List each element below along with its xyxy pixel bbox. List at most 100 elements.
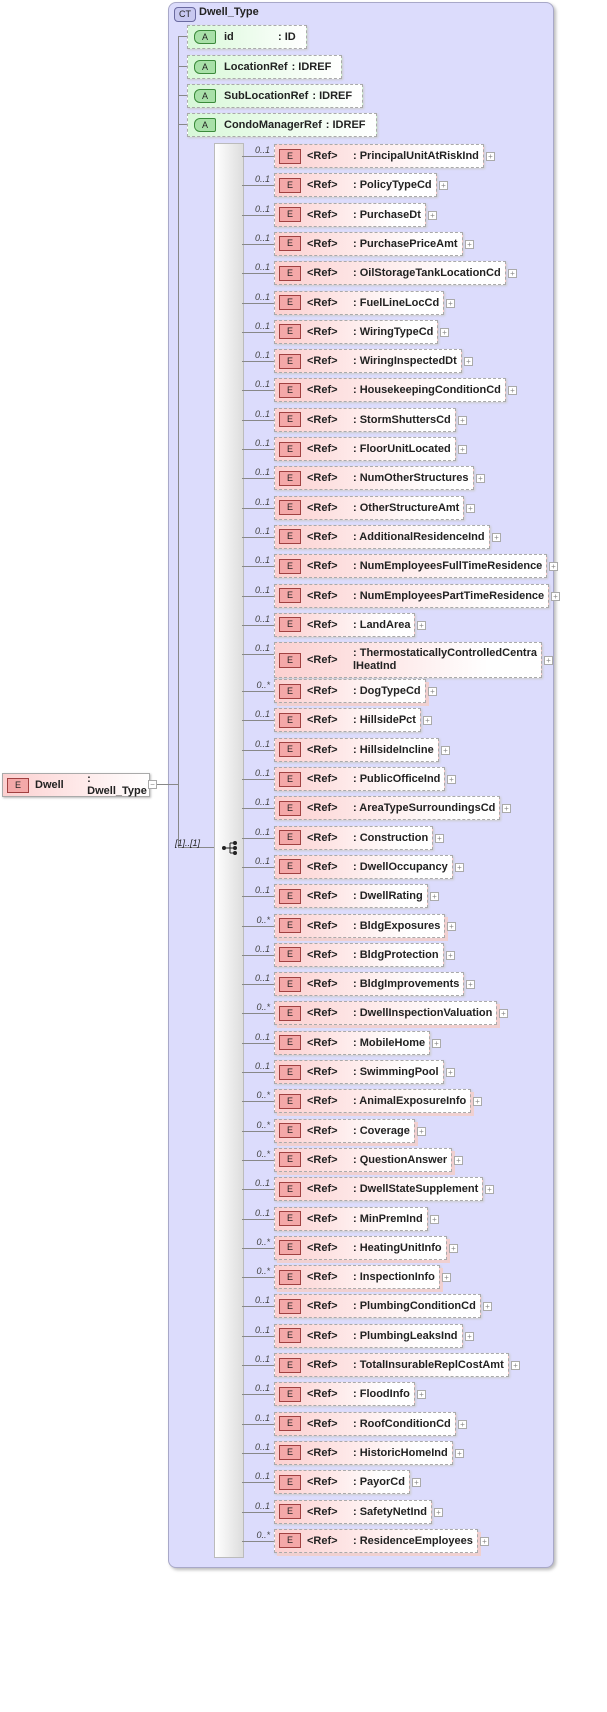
element-row[interactable]: E <Ref> : PurchasePriceAmt: [274, 231, 463, 256]
expand-icon[interactable]: +: [454, 1156, 463, 1165]
element-row[interactable]: E <Ref> : BldgExposures: [274, 913, 446, 938]
expand-icon[interactable]: +: [417, 1390, 426, 1399]
expand-icon[interactable]: +: [434, 1508, 443, 1517]
element-row[interactable]: E <Ref> : PublicOfficeInd: [274, 767, 446, 791]
element-row[interactable]: E <Ref> : NumEmployeesPartTimeResidence: [274, 583, 550, 608]
expand-icon[interactable]: +: [480, 1537, 489, 1546]
root-element-dwell[interactable]: E Dwell : Dwell_Type: [2, 773, 150, 797]
element-row[interactable]: E <Ref> : PrincipalUnitAtRiskInd: [274, 144, 484, 168]
expand-icon[interactable]: +: [423, 716, 432, 725]
element-row[interactable]: E <Ref> : DogTypeCd: [274, 679, 426, 704]
element-row[interactable]: E <Ref> : Coverage: [274, 1118, 415, 1143]
element-row[interactable]: E <Ref> : HistoricHomeInd: [274, 1440, 453, 1465]
element-row[interactable]: E <Ref> : WiringTypeCd: [274, 319, 439, 344]
expand-icon[interactable]: +: [486, 152, 495, 161]
attribute-id[interactable]: A id : ID: [187, 25, 307, 49]
expand-icon[interactable]: +: [508, 269, 517, 278]
element-row[interactable]: E <Ref> : ThermostaticallyControlledCent…: [274, 642, 542, 679]
element-row[interactable]: E <Ref> : FloodInfo: [274, 1382, 415, 1407]
element-row[interactable]: E <Ref> : BldgImprovements: [274, 972, 465, 997]
expand-icon[interactable]: +: [466, 980, 475, 989]
expand-icon[interactable]: +: [446, 299, 455, 308]
sequence-icon[interactable]: [221, 840, 239, 856]
element-row[interactable]: E <Ref> : SwimmingPool: [274, 1060, 444, 1084]
attribute-locationref[interactable]: A LocationRef : IDREF: [187, 55, 343, 79]
element-row[interactable]: E <Ref> : PlumbingConditionCd: [274, 1294, 481, 1319]
expand-icon[interactable]: +: [502, 804, 511, 813]
expand-icon[interactable]: +: [455, 1449, 464, 1458]
element-row[interactable]: E <Ref> : AdditionalResidenceInd: [274, 524, 490, 549]
expand-icon[interactable]: +: [508, 386, 517, 395]
expand-icon[interactable]: +: [430, 892, 439, 901]
expand-icon[interactable]: +: [455, 863, 464, 872]
expand-icon[interactable]: +: [483, 1302, 492, 1311]
element-row[interactable]: E <Ref> : DwellOccupancy: [274, 854, 453, 879]
expand-icon[interactable]: +: [465, 240, 474, 249]
expand-icon[interactable]: +: [435, 834, 444, 843]
element-row[interactable]: E <Ref> : BldgProtection: [274, 942, 444, 967]
element-row[interactable]: E <Ref> : StormShuttersCd: [274, 407, 456, 432]
expand-icon[interactable]: +: [447, 922, 456, 931]
expand-icon[interactable]: +: [428, 687, 437, 696]
element-row[interactable]: E <Ref> : NumOtherStructures: [274, 466, 474, 491]
element-row[interactable]: E <Ref> : MobileHome: [274, 1030, 431, 1055]
expand-icon[interactable]: +: [442, 1273, 451, 1282]
element-row[interactable]: E <Ref> : PlumbingLeaksInd: [274, 1323, 463, 1348]
expand-icon[interactable]: +: [549, 562, 558, 571]
element-row[interactable]: E <Ref> : AnimalExposureInfo: [274, 1089, 472, 1114]
element-row[interactable]: E <Ref> : AreaTypeSurroundingsCd: [274, 796, 501, 821]
collapse-icon[interactable]: −: [148, 780, 157, 789]
attribute-condomanagerref[interactable]: A CondoManagerRef : IDREF: [187, 113, 377, 137]
expand-icon[interactable]: +: [449, 1244, 458, 1253]
element-row[interactable]: E <Ref> : PayorCd: [274, 1470, 410, 1495]
expand-icon[interactable]: +: [544, 656, 553, 665]
expand-icon[interactable]: +: [464, 357, 473, 366]
element-row[interactable]: E <Ref> : OilStorageTankLocationCd: [274, 261, 506, 286]
element-row[interactable]: E <Ref> : NumEmployeesFullTimeResidence: [274, 554, 548, 579]
expand-icon[interactable]: +: [440, 328, 449, 337]
element-row[interactable]: E <Ref> : DwellStateSupplement: [274, 1177, 484, 1202]
expand-icon[interactable]: +: [446, 951, 455, 960]
expand-icon[interactable]: +: [473, 1097, 482, 1106]
expand-icon[interactable]: +: [458, 416, 467, 425]
expand-icon[interactable]: +: [417, 621, 426, 630]
expand-icon[interactable]: +: [432, 1039, 441, 1048]
element-row[interactable]: E <Ref> : WiringInspectedDt: [274, 349, 462, 374]
element-row[interactable]: E <Ref> : ResidenceEmployees: [274, 1528, 478, 1553]
expand-icon[interactable]: +: [458, 1420, 467, 1429]
element-row[interactable]: E <Ref> : SafetyNetInd: [274, 1499, 432, 1524]
expand-icon[interactable]: +: [428, 211, 437, 220]
element-row[interactable]: E <Ref> : HillsideIncline: [274, 737, 439, 762]
expand-icon[interactable]: +: [447, 775, 456, 784]
expand-icon[interactable]: +: [458, 445, 467, 454]
element-row[interactable]: E <Ref> : OtherStructureAmt: [274, 495, 465, 520]
expand-icon[interactable]: +: [446, 1068, 455, 1077]
expand-icon[interactable]: +: [466, 504, 475, 513]
element-row[interactable]: E <Ref> : PurchaseDt: [274, 202, 426, 227]
expand-icon[interactable]: +: [412, 1478, 421, 1487]
element-row[interactable]: E <Ref> : DwellRating: [274, 884, 428, 909]
expand-icon[interactable]: +: [485, 1185, 494, 1194]
element-row[interactable]: E <Ref> : InspectionInfo: [274, 1265, 440, 1290]
element-row[interactable]: E <Ref> : FuelLineLocCd: [274, 290, 445, 315]
expand-icon[interactable]: +: [511, 1361, 520, 1370]
element-row[interactable]: E <Ref> : TotalInsurableReplCostAmt: [274, 1353, 509, 1377]
expand-icon[interactable]: +: [430, 1215, 439, 1224]
element-row[interactable]: E <Ref> : LandArea: [274, 612, 416, 637]
expand-icon[interactable]: +: [492, 533, 501, 542]
element-row[interactable]: E <Ref> : RoofConditionCd: [274, 1411, 456, 1436]
element-row[interactable]: E <Ref> : PolicyTypeCd: [274, 173, 437, 198]
expand-icon[interactable]: +: [439, 181, 448, 190]
element-row[interactable]: E <Ref> : MinPremInd: [274, 1206, 428, 1231]
expand-icon[interactable]: +: [441, 746, 450, 755]
expand-icon[interactable]: +: [499, 1009, 508, 1018]
element-row[interactable]: E <Ref> : HousekeepingConditionCd: [274, 378, 506, 403]
element-row[interactable]: E <Ref> : FloorUnitLocated: [274, 437, 456, 461]
element-row[interactable]: E <Ref> : DwellInspectionValuation: [274, 1001, 498, 1026]
element-row[interactable]: E <Ref> : Construction: [274, 825, 434, 850]
expand-icon[interactable]: +: [465, 1332, 474, 1341]
expand-icon[interactable]: +: [476, 474, 485, 483]
element-row[interactable]: E <Ref> : HeatingUnitInfo: [274, 1235, 447, 1260]
element-row[interactable]: E <Ref> : HillsidePct: [274, 708, 421, 733]
element-row[interactable]: E <Ref> : QuestionAnswer: [274, 1147, 453, 1172]
